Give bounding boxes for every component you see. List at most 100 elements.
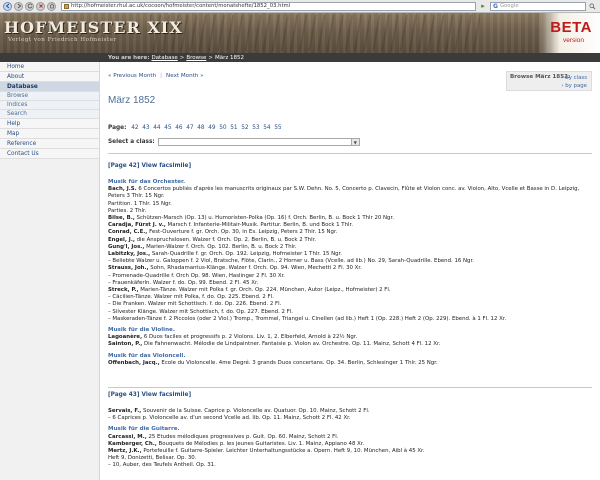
entry-text: Bouquets de Mélodies p. les jeunes Guita… xyxy=(156,440,365,447)
entry-composer[interactable]: Lagoanère, xyxy=(108,334,142,340)
entry-text: Die Fahnenwacht. Mélodie de Lindpaintner… xyxy=(142,341,441,348)
breadcrumb-database[interactable]: Database xyxy=(151,55,177,61)
forward-button[interactable] xyxy=(14,1,23,11)
entry-composer[interactable]: Engel, J., xyxy=(108,237,135,243)
breadcrumb-separator: > xyxy=(179,54,185,61)
divider xyxy=(108,387,592,388)
page-number-link[interactable]: 51 xyxy=(228,125,239,131)
reload-icon xyxy=(27,3,32,9)
page-number-link[interactable]: 47 xyxy=(184,125,195,131)
page-number-link[interactable]: 46 xyxy=(173,125,184,131)
sidebar-item-browse[interactable]: Browse xyxy=(0,92,99,101)
page-number-link[interactable]: 55 xyxy=(272,125,283,131)
page-number-link[interactable]: 53 xyxy=(250,125,261,131)
page-number-link[interactable]: 48 xyxy=(195,125,206,131)
page-number-link[interactable]: 45 xyxy=(162,125,173,131)
entry-text: – Frauenkäferln. Walzer f. do. Op. 99. E… xyxy=(108,279,259,286)
entry-composer[interactable]: Streck, P., xyxy=(108,287,139,293)
entry-text: Partition. 1 Thlr. 15 Ngr. xyxy=(108,200,172,207)
entry-text: Marien-Tänze. Walzer mit Polka f. gr. Or… xyxy=(138,287,391,294)
address-bar[interactable]: http://hofmeister.rhul.ac.uk/cocoon/hofm… xyxy=(61,1,476,11)
entry-composer[interactable]: Bilse, B., xyxy=(108,215,135,221)
entry-composer[interactable]: Gung'l, Jos., xyxy=(108,244,144,250)
page-42-label[interactable]: [Page 42] xyxy=(108,163,139,169)
previous-month-link[interactable]: « Previous Month xyxy=(108,73,156,79)
catalogue-entry: – Promenade-Quadrille f. Orch Op. 98. Wi… xyxy=(108,273,592,280)
site-favicon-icon xyxy=(64,3,69,9)
sidebar-item-contact-us[interactable]: Contact Us xyxy=(0,149,99,159)
entry-composer[interactable]: Carcassi, M., xyxy=(108,434,147,440)
entry-text: – Maskeraden-Tänze f. 2 Piccolos (oder 2… xyxy=(108,315,507,322)
entry-composer[interactable]: Bach, J.S. xyxy=(108,186,137,192)
entry-text: Sohn, Rhadamantus-Klänge. Walzer f. Orch… xyxy=(148,265,362,272)
back-button[interactable] xyxy=(3,1,12,11)
chevron-down-icon[interactable]: ▼ xyxy=(350,139,359,145)
search-placeholder: Google xyxy=(499,3,519,9)
sidebar-item-search[interactable]: Search xyxy=(0,110,99,119)
next-month-link[interactable]: Next Month » xyxy=(166,73,204,79)
url-text: http://hofmeister.rhul.ac.uk/cocoon/hofm… xyxy=(71,3,291,9)
entries-block-page-42: Musik für das Orchester. Bach, J.S. 6 Con… xyxy=(108,179,592,367)
home-button[interactable] xyxy=(47,1,56,11)
catalogue-entry: – Maskeraden-Tänze f. 2 Piccolos (oder 2… xyxy=(108,316,592,323)
browser-search-input[interactable]: G Google xyxy=(490,1,586,11)
page-number-link[interactable]: 44 xyxy=(151,125,162,131)
home-icon xyxy=(49,3,54,9)
view-facsimile-link[interactable]: View facsimile] xyxy=(142,392,192,398)
entry-composer[interactable]: Mertz, J.K., xyxy=(108,448,142,454)
catalogue-entry: Gung'l, Jos., Marien-Walzer f. Orch. Op.… xyxy=(108,244,592,251)
beta-label: BETA xyxy=(550,19,592,36)
sidebar-item-indices[interactable]: Indices xyxy=(0,101,99,110)
entry-composer[interactable]: Offenbach, Jacq., xyxy=(108,360,160,366)
sidebar-item-about[interactable]: About xyxy=(0,72,99,82)
entry-text: die Anspruchslosen. Walzer f. Orch. Op. … xyxy=(134,236,317,243)
sidebar-item-map[interactable]: Map xyxy=(0,129,99,139)
breadcrumb-current: März 1852 xyxy=(214,54,244,61)
class-select-dropdown[interactable]: ▼ xyxy=(157,138,360,146)
sidebar-item-database[interactable]: Database xyxy=(0,82,99,92)
entry-composer[interactable]: Kamberger, Ch., xyxy=(108,441,157,447)
breadcrumb-label: You are here: xyxy=(108,54,150,61)
entry-text: Marien-Walzer f. Orch. Op. 102. Berlin, … xyxy=(144,243,297,250)
reload-button[interactable] xyxy=(25,1,34,11)
forward-arrow-icon xyxy=(17,3,21,9)
page-number-link[interactable]: 43 xyxy=(140,125,151,131)
catalogue-entry: Servais, F., Souvenir de la Suisse. Capr… xyxy=(108,408,592,415)
view-facsimile-link[interactable]: View facsimile] xyxy=(142,163,192,169)
catalogue-entry: Peters 3 Thlr. 15 Ngr. xyxy=(108,193,592,200)
sidebar-item-help[interactable]: Help xyxy=(0,119,99,129)
breadcrumb-browse[interactable]: Browse xyxy=(186,55,206,61)
page-43-label[interactable]: [Page 43] xyxy=(108,392,139,398)
catalogue-entry: – 6 Caprices p. Violoncelle av. d'un sec… xyxy=(108,415,592,422)
stop-icon xyxy=(38,4,43,8)
main-content: « Previous Month | Next Month » Browse M… xyxy=(100,62,600,480)
entry-composer[interactable]: Conrad, C.E., xyxy=(108,229,147,235)
entry-composer[interactable]: Caradja, Fürst J. v., xyxy=(108,222,166,228)
catalogue-entry: Sainton, P., Die Fahnenwacht. Mélodie de… xyxy=(108,341,592,348)
entry-text: Marsch f. Infanterie-Militair-Musik. Par… xyxy=(165,222,353,229)
stop-button[interactable] xyxy=(36,1,45,11)
entry-text: – Die Franken. Walzer mit Schottisch. f.… xyxy=(108,301,282,308)
entry-composer[interactable]: Strauss, Joh., xyxy=(108,265,149,271)
go-arrow-icon[interactable]: ▸ xyxy=(478,2,488,11)
page-number-link[interactable]: 42 xyxy=(129,125,140,131)
search-icon[interactable] xyxy=(588,2,597,11)
entry-composer[interactable]: Servais, F., xyxy=(108,408,141,414)
entry-composer[interactable]: Labitzky, Jos., xyxy=(108,251,150,257)
page-number-link[interactable]: 54 xyxy=(261,125,272,131)
catalogue-entry: – Cäcilien-Tänze. Walzer mit Polka, f. d… xyxy=(108,294,592,301)
page-number-link[interactable]: 49 xyxy=(206,125,217,131)
site-logo[interactable]: HOFMEISTER XIX xyxy=(4,18,183,37)
month-pager: « Previous Month | Next Month » xyxy=(108,73,204,79)
page-number-link[interactable]: 50 xyxy=(217,125,228,131)
page-number-link[interactable]: 52 xyxy=(239,125,250,131)
page-42-marker: [Page 42] View facsimile] xyxy=(108,163,191,169)
entry-text: Sarah-Quadrille f. gr. Orch. Op. 192. Le… xyxy=(150,251,342,258)
entry-composer[interactable]: Sainton, P., xyxy=(108,341,142,347)
browse-by-page-link[interactable]: › by page xyxy=(561,83,587,89)
browse-by-class-link[interactable]: › by class xyxy=(561,75,587,81)
sidebar-item-home[interactable]: Home xyxy=(0,62,99,72)
catalogue-entry: Strauss, Joh., Sohn, Rhadamantus-Klänge.… xyxy=(108,265,592,272)
entry-text: 25 Etudes mélodiques progressives p. Gui… xyxy=(146,433,339,440)
sidebar-item-reference[interactable]: Reference xyxy=(0,139,99,149)
